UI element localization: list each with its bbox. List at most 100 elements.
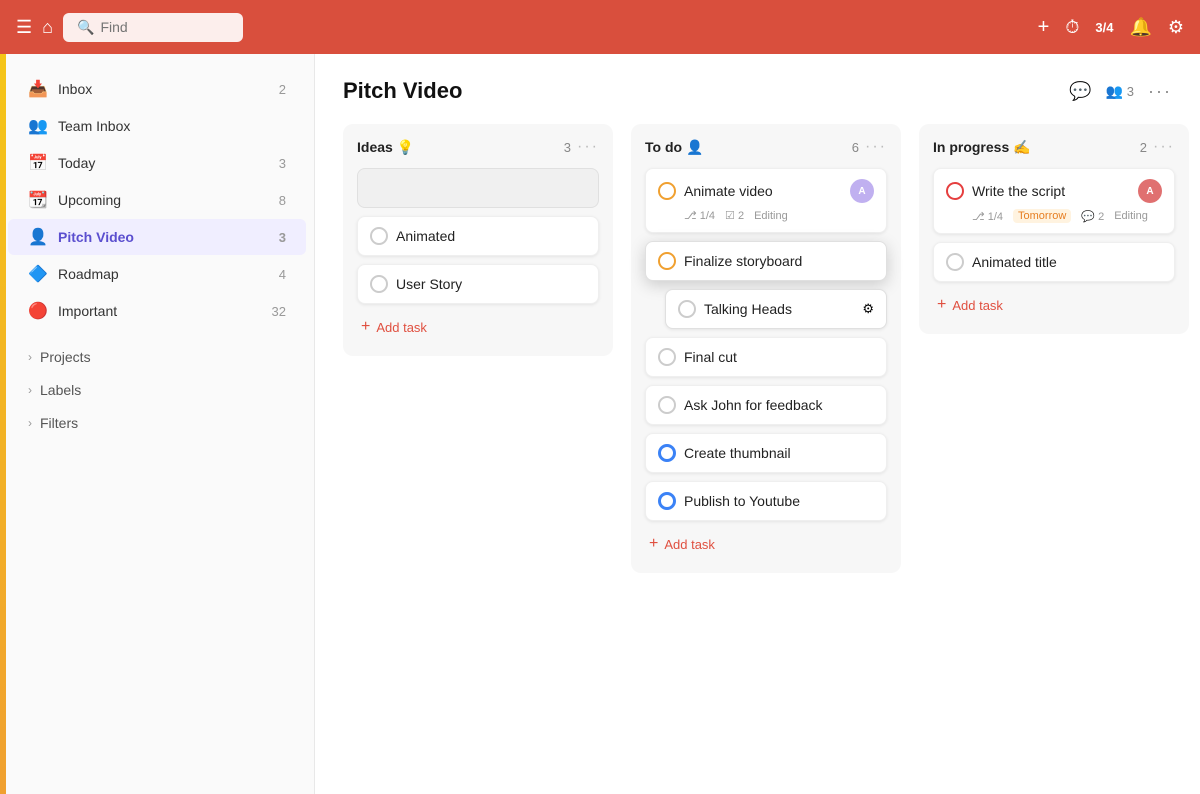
inbox-count: 2	[279, 82, 286, 97]
sidebar-item-important[interactable]: 🔴 Important 32	[8, 293, 306, 329]
column-title: In progress ✍️	[933, 139, 1134, 156]
sidebar-item-pitch-video[interactable]: 👤 Pitch Video 3	[8, 219, 306, 255]
task-card-create-thumbnail[interactable]: Create thumbnail	[645, 433, 887, 473]
task-name: Ask John for feedback	[684, 397, 874, 413]
task-card-finalize-storyboard[interactable]: Finalize storyboard	[645, 241, 887, 281]
sidebar-item-label: Roadmap	[58, 266, 269, 282]
sidebar-item-label: Important	[58, 303, 262, 319]
comment-icon[interactable]: 💬	[1069, 81, 1091, 102]
upcoming-count: 8	[279, 193, 286, 208]
team-inbox-icon: 👥	[28, 116, 48, 136]
task-row: Talking Heads ⚙	[678, 300, 874, 318]
important-count: 32	[272, 304, 286, 319]
column-in-progress-header: In progress ✍️ 2 ···	[933, 138, 1175, 156]
page-header: Pitch Video 💬 👥 3 ···	[343, 78, 1172, 104]
pitch-video-count: 3	[279, 230, 286, 245]
editing-badge: Editing	[1114, 210, 1148, 222]
in-progress-add-task-button[interactable]: + Add task	[933, 290, 1175, 320]
task-circle	[946, 182, 964, 200]
task-row: Ask John for feedback	[658, 396, 874, 414]
task-circle	[678, 300, 696, 318]
more-options-icon[interactable]: ···	[1148, 81, 1172, 102]
task-name: Write the script	[972, 183, 1130, 199]
column-title: Ideas 💡	[357, 139, 558, 156]
sidebar-item-roadmap[interactable]: 🔷 Roadmap 4	[8, 256, 306, 292]
task-circle	[946, 253, 964, 271]
task-name: Create thumbnail	[684, 445, 874, 461]
plus-icon: +	[937, 296, 946, 314]
search-icon: 🔍	[77, 19, 94, 36]
task-card-talking-heads[interactable]: Talking Heads ⚙	[665, 289, 887, 329]
add-icon[interactable]: +	[1038, 16, 1050, 39]
task-card-animate-video[interactable]: Animate video A ⎇ 1/4 ☑ 2 Editing	[645, 168, 887, 233]
topbar-left: ☰ ⌂ 🔍	[16, 13, 243, 42]
task-row: Animated	[370, 227, 586, 245]
layout: 📥 Inbox 2 👥 Team Inbox 📅 Today 3 📆 Upcom…	[0, 0, 1200, 794]
search-input[interactable]	[100, 19, 230, 35]
ideas-add-task-button[interactable]: + Add task	[357, 312, 599, 342]
ideas-more-button[interactable]: ···	[577, 138, 599, 156]
task-circle	[658, 182, 676, 200]
notification-icon[interactable]: 🔔	[1129, 17, 1151, 38]
members-icon[interactable]: 👥 3	[1105, 83, 1134, 100]
task-row: Final cut	[658, 348, 874, 366]
task-card-animated-title[interactable]: Animated title	[933, 242, 1175, 282]
settings-icon[interactable]: ⚙	[1168, 17, 1184, 38]
checklist-icon: ☑ 2	[725, 209, 744, 222]
hamburger-icon[interactable]: ☰	[16, 17, 32, 38]
timer-icon[interactable]: ⏱	[1065, 17, 1079, 38]
task-name: Finalize storyboard	[684, 253, 874, 269]
add-task-label: Add task	[952, 298, 1003, 313]
topbar-right: + ⏱ 3/4 🔔 ⚙	[1038, 16, 1184, 39]
sidebar-item-upcoming[interactable]: 📆 Upcoming 8	[8, 182, 306, 218]
date-badge: Tomorrow	[1013, 209, 1071, 223]
sidebar-section-projects[interactable]: › Projects	[8, 341, 306, 373]
main-content: Pitch Video 💬 👥 3 ··· Ideas 💡 3 ···	[315, 54, 1200, 794]
sidebar-item-inbox[interactable]: 📥 Inbox 2	[8, 71, 306, 107]
labels-chevron: ›	[28, 383, 32, 397]
task-name: Final cut	[684, 349, 874, 365]
progress-badge: 3/4	[1095, 20, 1113, 35]
column-ideas-header: Ideas 💡 3 ···	[357, 138, 599, 156]
sidebar-item-label: Upcoming	[58, 192, 269, 208]
todo-count: 6	[852, 140, 859, 155]
sidebar-section-filters[interactable]: › Filters	[8, 407, 306, 439]
sidebar-item-label: Team Inbox	[58, 118, 286, 134]
task-name: Animated	[396, 228, 586, 244]
sidebar-item-team-inbox[interactable]: 👥 Team Inbox	[8, 108, 306, 144]
task-circle	[658, 348, 676, 366]
gear-icon: ⚙	[862, 301, 874, 317]
todo-more-button[interactable]: ···	[865, 138, 887, 156]
editing-badge: Editing	[754, 210, 788, 222]
task-circle	[658, 252, 676, 270]
home-icon[interactable]: ⌂	[42, 17, 53, 38]
task-avatar: A	[1138, 179, 1162, 203]
in-progress-more-button[interactable]: ···	[1153, 138, 1175, 156]
sidebar-section-labels[interactable]: › Labels	[8, 374, 306, 406]
subtask-icon: ⎇ 1/4	[684, 209, 715, 222]
task-card-ask-john[interactable]: Ask John for feedback	[645, 385, 887, 425]
task-row: Finalize storyboard	[658, 252, 874, 270]
left-accent	[0, 54, 6, 794]
todo-add-task-button[interactable]: + Add task	[645, 529, 887, 559]
column-ideas: Ideas 💡 3 ··· Animated User Story	[343, 124, 613, 356]
in-progress-count: 2	[1140, 140, 1147, 155]
roadmap-count: 4	[279, 267, 286, 282]
task-card-user-story[interactable]: User Story	[357, 264, 599, 304]
task-card-animated[interactable]: Animated	[357, 216, 599, 256]
sidebar-item-today[interactable]: 📅 Today 3	[8, 145, 306, 181]
sidebar-item-label: Pitch Video	[58, 229, 269, 245]
task-name: User Story	[396, 276, 586, 292]
task-card-publish-youtube[interactable]: Publish to Youtube	[645, 481, 887, 521]
plus-icon: +	[649, 535, 658, 553]
add-task-label: Add task	[376, 320, 427, 335]
add-task-label: Add task	[664, 537, 715, 552]
page-actions: 💬 👥 3 ···	[1069, 81, 1172, 102]
task-row: Publish to Youtube	[658, 492, 874, 510]
task-card-final-cut[interactable]: Final cut	[645, 337, 887, 377]
projects-label: Projects	[40, 349, 91, 365]
pitch-video-icon: 👤	[28, 227, 48, 247]
search-bar[interactable]: 🔍	[63, 13, 243, 42]
inbox-icon: 📥	[28, 79, 48, 99]
task-card-write-script[interactable]: Write the script A ⎇ 1/4 Tomorrow 💬 2 Ed…	[933, 168, 1175, 234]
